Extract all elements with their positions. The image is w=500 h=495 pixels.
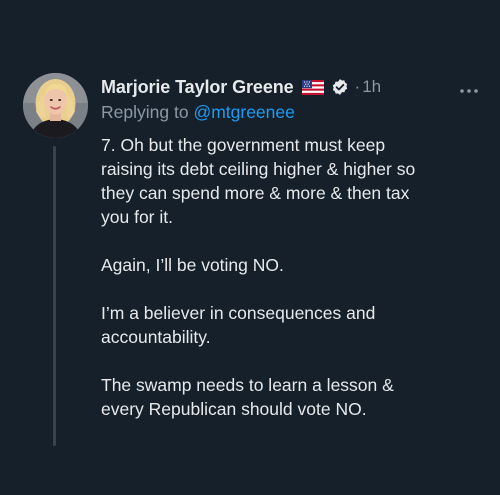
more-options-button[interactable] (458, 82, 480, 93)
replying-to-label: Replying to (101, 102, 189, 122)
header-separator: · (354, 77, 361, 96)
us-flag-icon (301, 79, 324, 95)
more-dots-icon (460, 89, 478, 93)
avatar[interactable] (23, 73, 88, 138)
author-name[interactable]: Marjorie Taylor Greene (101, 77, 294, 98)
tweet-paragraph: I’m a believer in consequences and accou… (101, 303, 376, 347)
tweet-card: Marjorie Taylor Greene · 1h Replying to … (0, 0, 500, 495)
tweet-paragraph: 7. Oh but the government must keep raisi… (101, 135, 416, 227)
tweet-header: Marjorie Taylor Greene · 1h (101, 75, 381, 99)
thread-connector-line (53, 146, 56, 446)
tweet-paragraph: The swamp needs to learn a lesson & ever… (101, 375, 394, 419)
verified-badge-icon[interactable] (331, 78, 349, 96)
reply-handle-link[interactable]: @mtgreenee (193, 102, 294, 122)
replying-to-line: Replying to @mtgreenee (101, 102, 295, 123)
tweet-timestamp[interactable]: 1h (362, 77, 381, 97)
avatar-photo (23, 73, 88, 138)
tweet-body: 7. Oh but the government must keep raisi… (101, 133, 486, 421)
tweet-paragraph: Again, I’ll be voting NO. (101, 255, 284, 275)
